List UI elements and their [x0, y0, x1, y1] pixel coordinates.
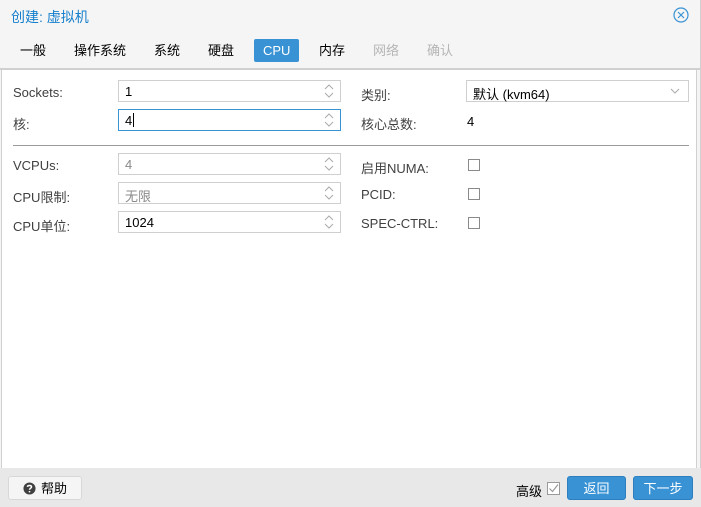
section-divider [13, 145, 689, 146]
cpu-units-value: 1024 [125, 215, 154, 230]
tab-os[interactable]: 操作系统 [65, 39, 135, 62]
help-label: 帮助 [40, 481, 67, 496]
cpu-units-label: CPU单位: [13, 219, 71, 234]
cpu-units-field[interactable]: 1024 [118, 211, 341, 233]
cores-label: 核: [13, 117, 30, 132]
dialog-footer: 帮助 高级 返回 下一步 [0, 468, 701, 507]
help-button[interactable]: 帮助 [8, 476, 82, 500]
total-cores-label: 核心总数: [361, 117, 417, 132]
tab-general[interactable]: 一般 [11, 39, 55, 62]
vcpus-field[interactable]: 4 [118, 153, 341, 175]
tab-cpu[interactable]: CPU [254, 39, 300, 62]
vcpus-label: VCPUs: [13, 158, 60, 173]
circle-x-icon [673, 7, 689, 23]
spec-ctrl-label: SPEC-CTRL: [361, 216, 439, 231]
create-vm-dialog: 创建: 虚拟机 一般 操作系统 系统 硬盘 CPU 内存 网络 确认 Socke… [0, 0, 701, 507]
numa-checkbox[interactable] [468, 159, 480, 171]
cpu-type-value: 默认 (kvm64) [473, 87, 550, 102]
sockets-field[interactable]: 1 [118, 80, 341, 102]
spinner-icon[interactable] [324, 84, 334, 98]
text-cursor [133, 113, 135, 127]
advanced-label: 高级 [516, 484, 543, 499]
numa-label: 启用NUMA: [361, 161, 429, 176]
close-button[interactable] [673, 7, 689, 23]
cpu-panel: Sockets: 1 类别: 默认 (kvm64) 核: 4 核心总数: 4 V… [1, 70, 697, 468]
tab-disk[interactable]: 硬盘 [199, 39, 243, 62]
tab-system[interactable]: 系统 [145, 39, 189, 62]
check-icon [549, 484, 559, 493]
spinner-icon[interactable] [324, 157, 334, 171]
spinner-icon[interactable] [324, 113, 334, 127]
cpu-limit-label: CPU限制: [13, 190, 71, 205]
next-button[interactable]: 下一步 [633, 476, 693, 500]
cores-value: 4 [125, 113, 133, 128]
advanced-checkbox[interactable] [547, 482, 560, 495]
pcid-checkbox[interactable] [468, 188, 480, 200]
spinner-icon[interactable] [324, 215, 334, 229]
tab-bar: 一般 操作系统 系统 硬盘 CPU 内存 网络 确认 [0, 39, 701, 63]
cpu-limit-field[interactable]: 无限 [118, 182, 341, 204]
chevron-down-icon [670, 88, 680, 94]
sockets-label: Sockets: [13, 85, 63, 100]
tab-memory[interactable]: 内存 [310, 39, 354, 62]
sockets-value: 1 [125, 84, 133, 99]
cpu-type-select[interactable]: 默认 (kvm64) [466, 80, 689, 102]
tab-confirm: 确认 [427, 43, 454, 58]
question-circle-icon [23, 482, 36, 495]
vcpus-value: 4 [125, 157, 133, 172]
tab-network: 网络 [373, 43, 400, 58]
dialog-title: 创建: 虚拟机 [11, 9, 89, 25]
type-label: 类别: [361, 88, 391, 103]
cpu-limit-value: 无限 [125, 189, 152, 204]
pcid-label: PCID: [361, 187, 396, 202]
total-cores-value: 4 [467, 114, 475, 129]
spec-ctrl-checkbox[interactable] [468, 217, 480, 229]
back-button[interactable]: 返回 [567, 476, 626, 500]
spinner-icon[interactable] [324, 186, 334, 200]
cores-field[interactable]: 4 [118, 109, 341, 131]
